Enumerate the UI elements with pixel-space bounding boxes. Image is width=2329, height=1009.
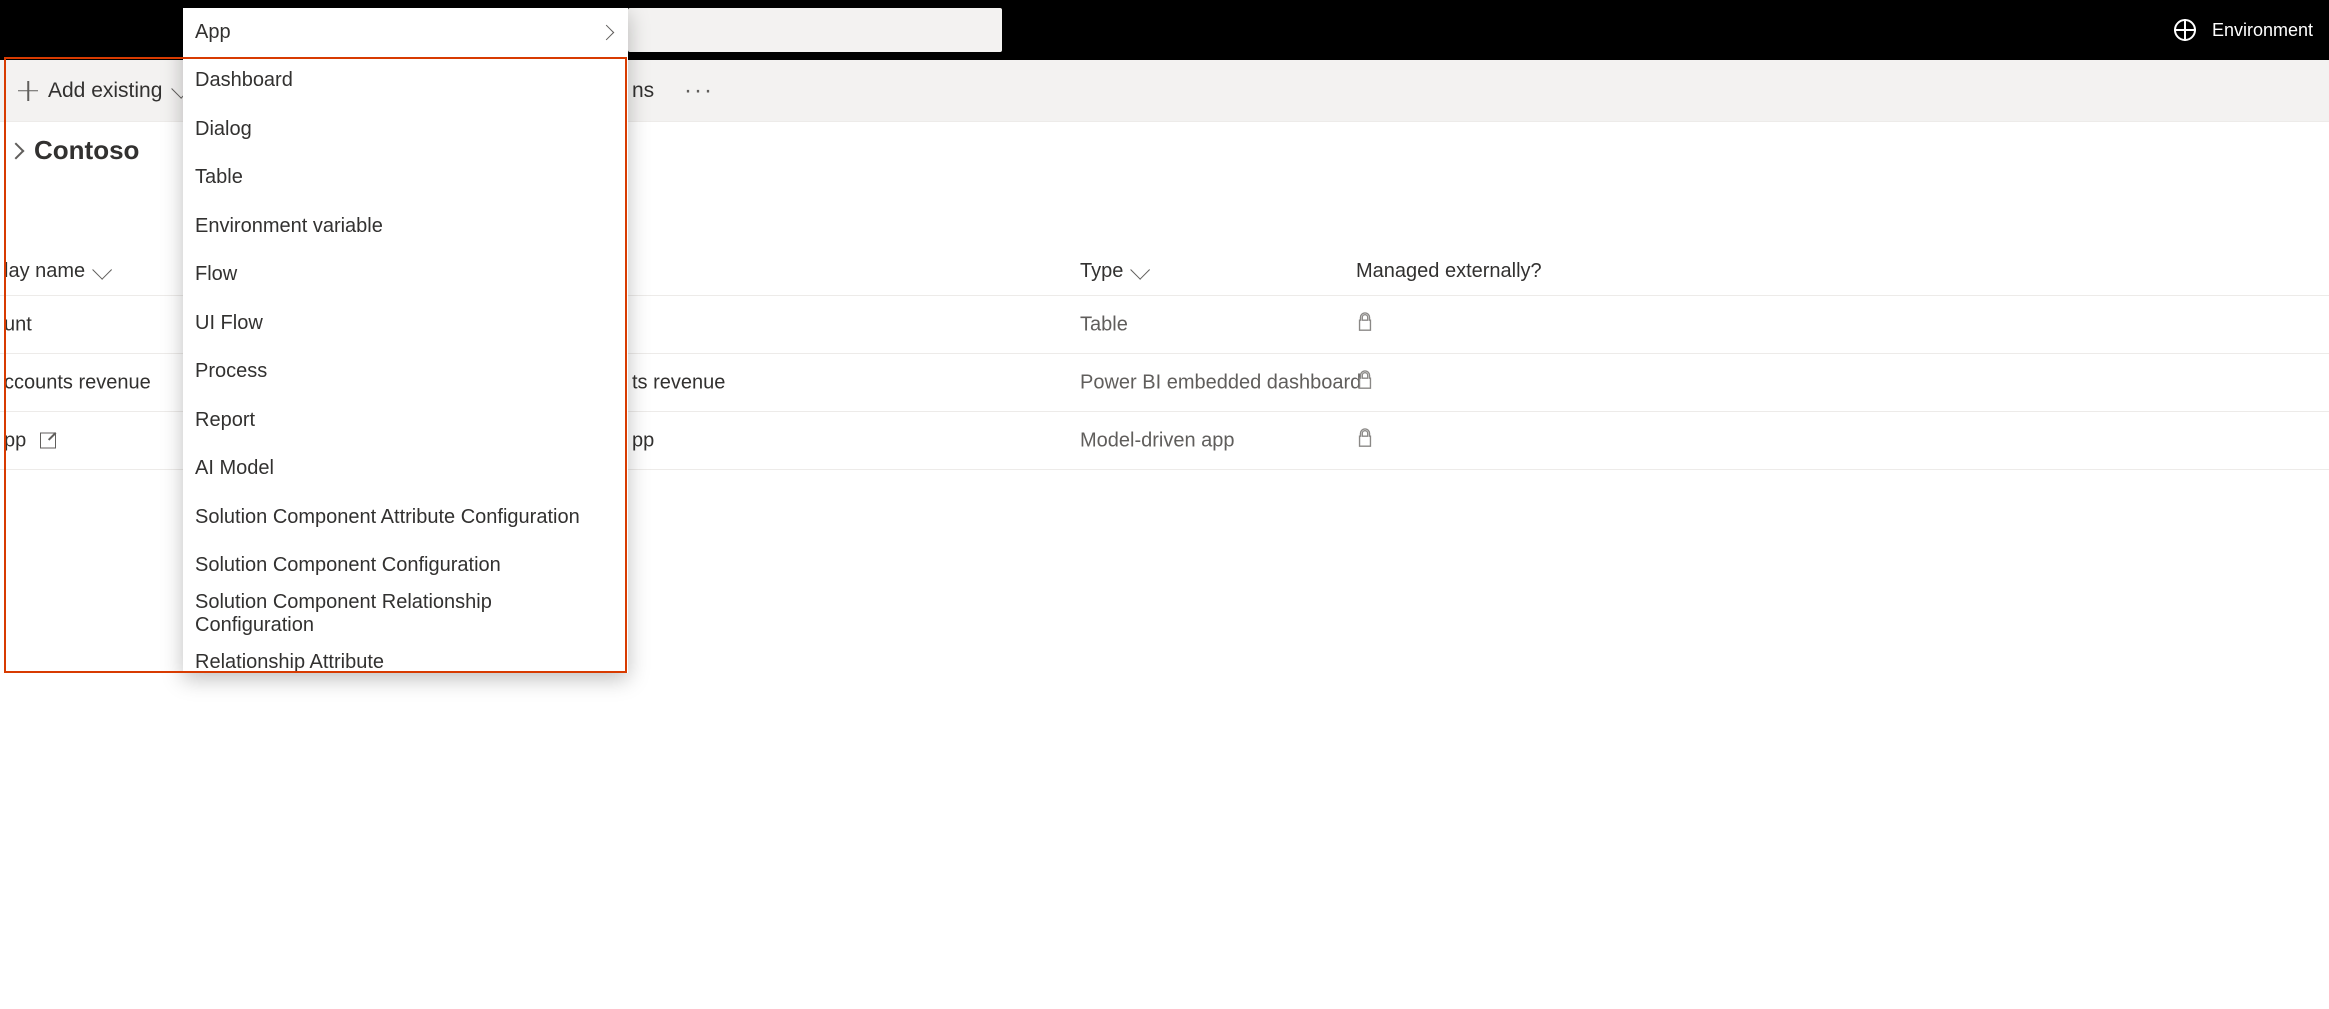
command-partial-text: ns xyxy=(632,79,654,103)
add-existing-menu: App Dashboard Dialog Table Environment v… xyxy=(183,8,628,673)
menu-item-label: Table xyxy=(195,166,243,189)
chevron-down-icon xyxy=(1131,259,1151,279)
cell-type: Table xyxy=(1080,313,1128,336)
search-box[interactable] xyxy=(628,8,1002,52)
menu-item-label: Flow xyxy=(195,263,237,286)
overflow-button[interactable]: ··· xyxy=(684,77,714,105)
page-title: Contoso xyxy=(34,135,139,166)
menu-item-label: Report xyxy=(195,409,255,432)
add-existing-label: Add existing xyxy=(48,79,162,103)
menu-item-label: Relationship Attribute xyxy=(195,651,384,673)
menu-item-dialog[interactable]: Dialog xyxy=(183,105,628,154)
column-display-name[interactable]: lay name xyxy=(4,260,107,283)
menu-item-table[interactable]: Table xyxy=(183,154,628,203)
column-type-label: Type xyxy=(1080,260,1123,283)
menu-item-sc-attr-config[interactable]: Solution Component Attribute Configurati… xyxy=(183,493,628,542)
environment-label: Environment xyxy=(2212,20,2313,41)
menu-item-environment-variable[interactable]: Environment variable xyxy=(183,202,628,251)
column-type[interactable]: Type xyxy=(1080,260,1145,283)
cell-display-name-text: pp xyxy=(4,429,26,451)
lock-icon xyxy=(1356,370,1374,396)
lock-icon xyxy=(1356,428,1374,454)
add-existing-button[interactable]: Add existing xyxy=(0,60,204,121)
menu-item-label: UI Flow xyxy=(195,312,263,335)
cell-type: Power BI embedded dashboard xyxy=(1080,371,1361,394)
menu-item-label: Dialog xyxy=(195,118,252,141)
menu-item-flow[interactable]: Flow xyxy=(183,251,628,300)
cell-display-name-partial: ts revenue xyxy=(632,371,725,394)
breadcrumb[interactable]: Contoso xyxy=(10,135,139,166)
menu-item-report[interactable]: Report xyxy=(183,396,628,445)
plus-icon xyxy=(18,81,38,101)
open-external-icon[interactable] xyxy=(40,433,56,449)
lock-icon xyxy=(1356,312,1374,338)
menu-item-label: Process xyxy=(195,360,267,383)
menu-item-dashboard[interactable]: Dashboard xyxy=(183,57,628,106)
cell-display-name-partial: pp xyxy=(632,429,654,452)
globe-icon xyxy=(2174,19,2196,41)
cell-display-name: unt xyxy=(4,313,32,336)
column-managed-externally[interactable]: Managed externally? xyxy=(1356,260,1542,283)
column-managed-externally-label: Managed externally? xyxy=(1356,260,1542,282)
menu-item-label: App xyxy=(195,21,231,44)
menu-item-relationship-attribute[interactable]: Relationship Attribute xyxy=(183,639,628,674)
menu-list: App Dashboard Dialog Table Environment v… xyxy=(183,8,628,673)
chevron-right-icon xyxy=(599,24,615,40)
menu-item-ai-model[interactable]: AI Model xyxy=(183,445,628,494)
header-left-gap xyxy=(0,0,183,60)
column-display-name-label: lay name xyxy=(4,260,85,283)
menu-item-sc-rel-config[interactable]: Solution Component Relationship Configur… xyxy=(183,590,628,639)
menu-item-label: Solution Component Attribute Configurati… xyxy=(195,506,580,529)
chevron-right-icon xyxy=(8,142,25,159)
menu-item-label: AI Model xyxy=(195,457,274,480)
menu-item-label: Environment variable xyxy=(195,215,383,238)
cell-display-name: pp xyxy=(4,429,56,452)
menu-item-sc-config[interactable]: Solution Component Configuration xyxy=(183,542,628,591)
menu-item-label: Solution Component Relationship Configur… xyxy=(195,591,616,637)
menu-item-label: Dashboard xyxy=(195,69,293,92)
menu-item-ui-flow[interactable]: UI Flow xyxy=(183,299,628,348)
menu-item-app[interactable]: App xyxy=(183,8,628,57)
environment-switcher[interactable]: Environment xyxy=(2174,19,2329,41)
chevron-down-icon xyxy=(92,259,112,279)
menu-item-label: Solution Component Configuration xyxy=(195,554,501,577)
menu-item-process[interactable]: Process xyxy=(183,348,628,397)
cell-type: Model-driven app xyxy=(1080,429,1235,452)
cell-display-name: ccounts revenue xyxy=(4,371,151,394)
